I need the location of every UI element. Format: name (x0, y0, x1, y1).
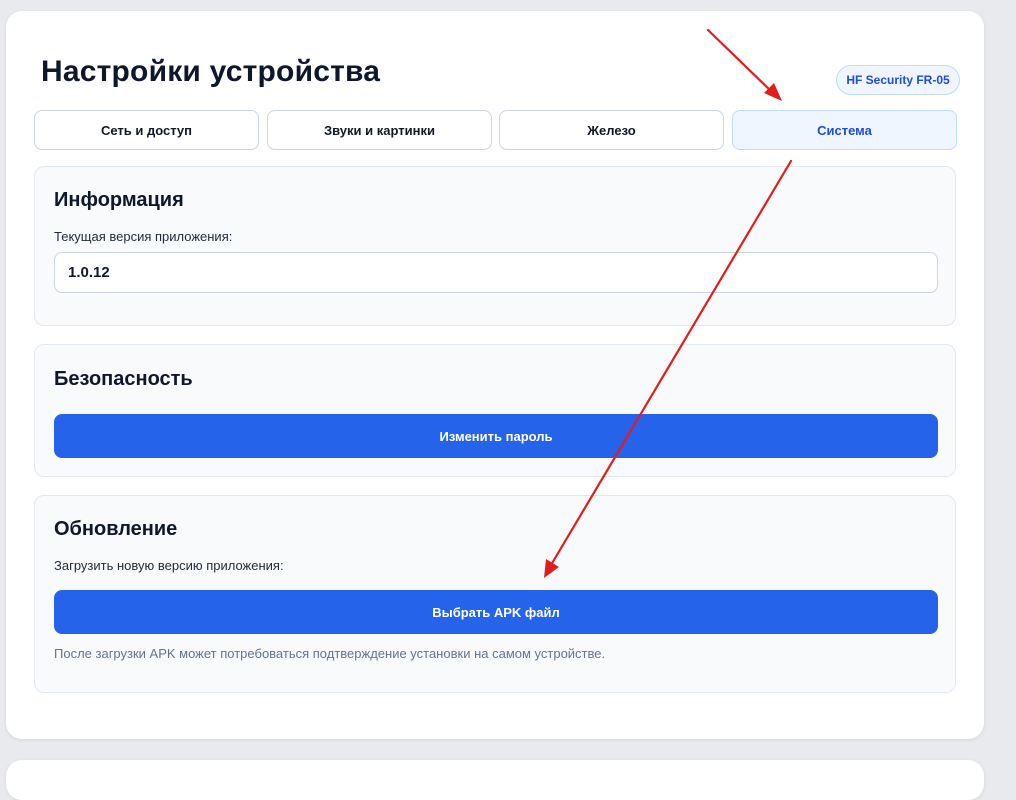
change-password-button[interactable]: Изменить пароль (54, 414, 938, 458)
version-label: Текущая версия приложения: (54, 229, 233, 244)
page-title: Настройки устройства (41, 55, 381, 88)
next-card (6, 760, 984, 800)
update-hint: После загрузки APK может потребоваться п… (54, 646, 606, 661)
device-badge: HF Security FR-05 (836, 65, 960, 95)
tab-sounds-images[interactable]: Звуки и картинки (267, 110, 492, 150)
info-section: Информация Текущая версия приложения: (34, 166, 956, 326)
update-section: Обновление Загрузить новую версию прилож… (34, 495, 956, 693)
version-field[interactable] (54, 252, 938, 293)
tab-hardware[interactable]: Железо (499, 110, 724, 150)
upload-label: Загрузить новую версию приложения: (54, 558, 284, 573)
update-section-title: Обновление (54, 518, 178, 540)
tab-system[interactable]: Система (732, 110, 957, 150)
tab-network-access[interactable]: Сеть и доступ (34, 110, 259, 150)
security-section: Безопасность Изменить пароль (34, 344, 956, 477)
security-section-title: Безопасность (54, 368, 193, 390)
choose-apk-button[interactable]: Выбрать APK файл (54, 590, 938, 634)
info-section-title: Информация (54, 189, 184, 211)
